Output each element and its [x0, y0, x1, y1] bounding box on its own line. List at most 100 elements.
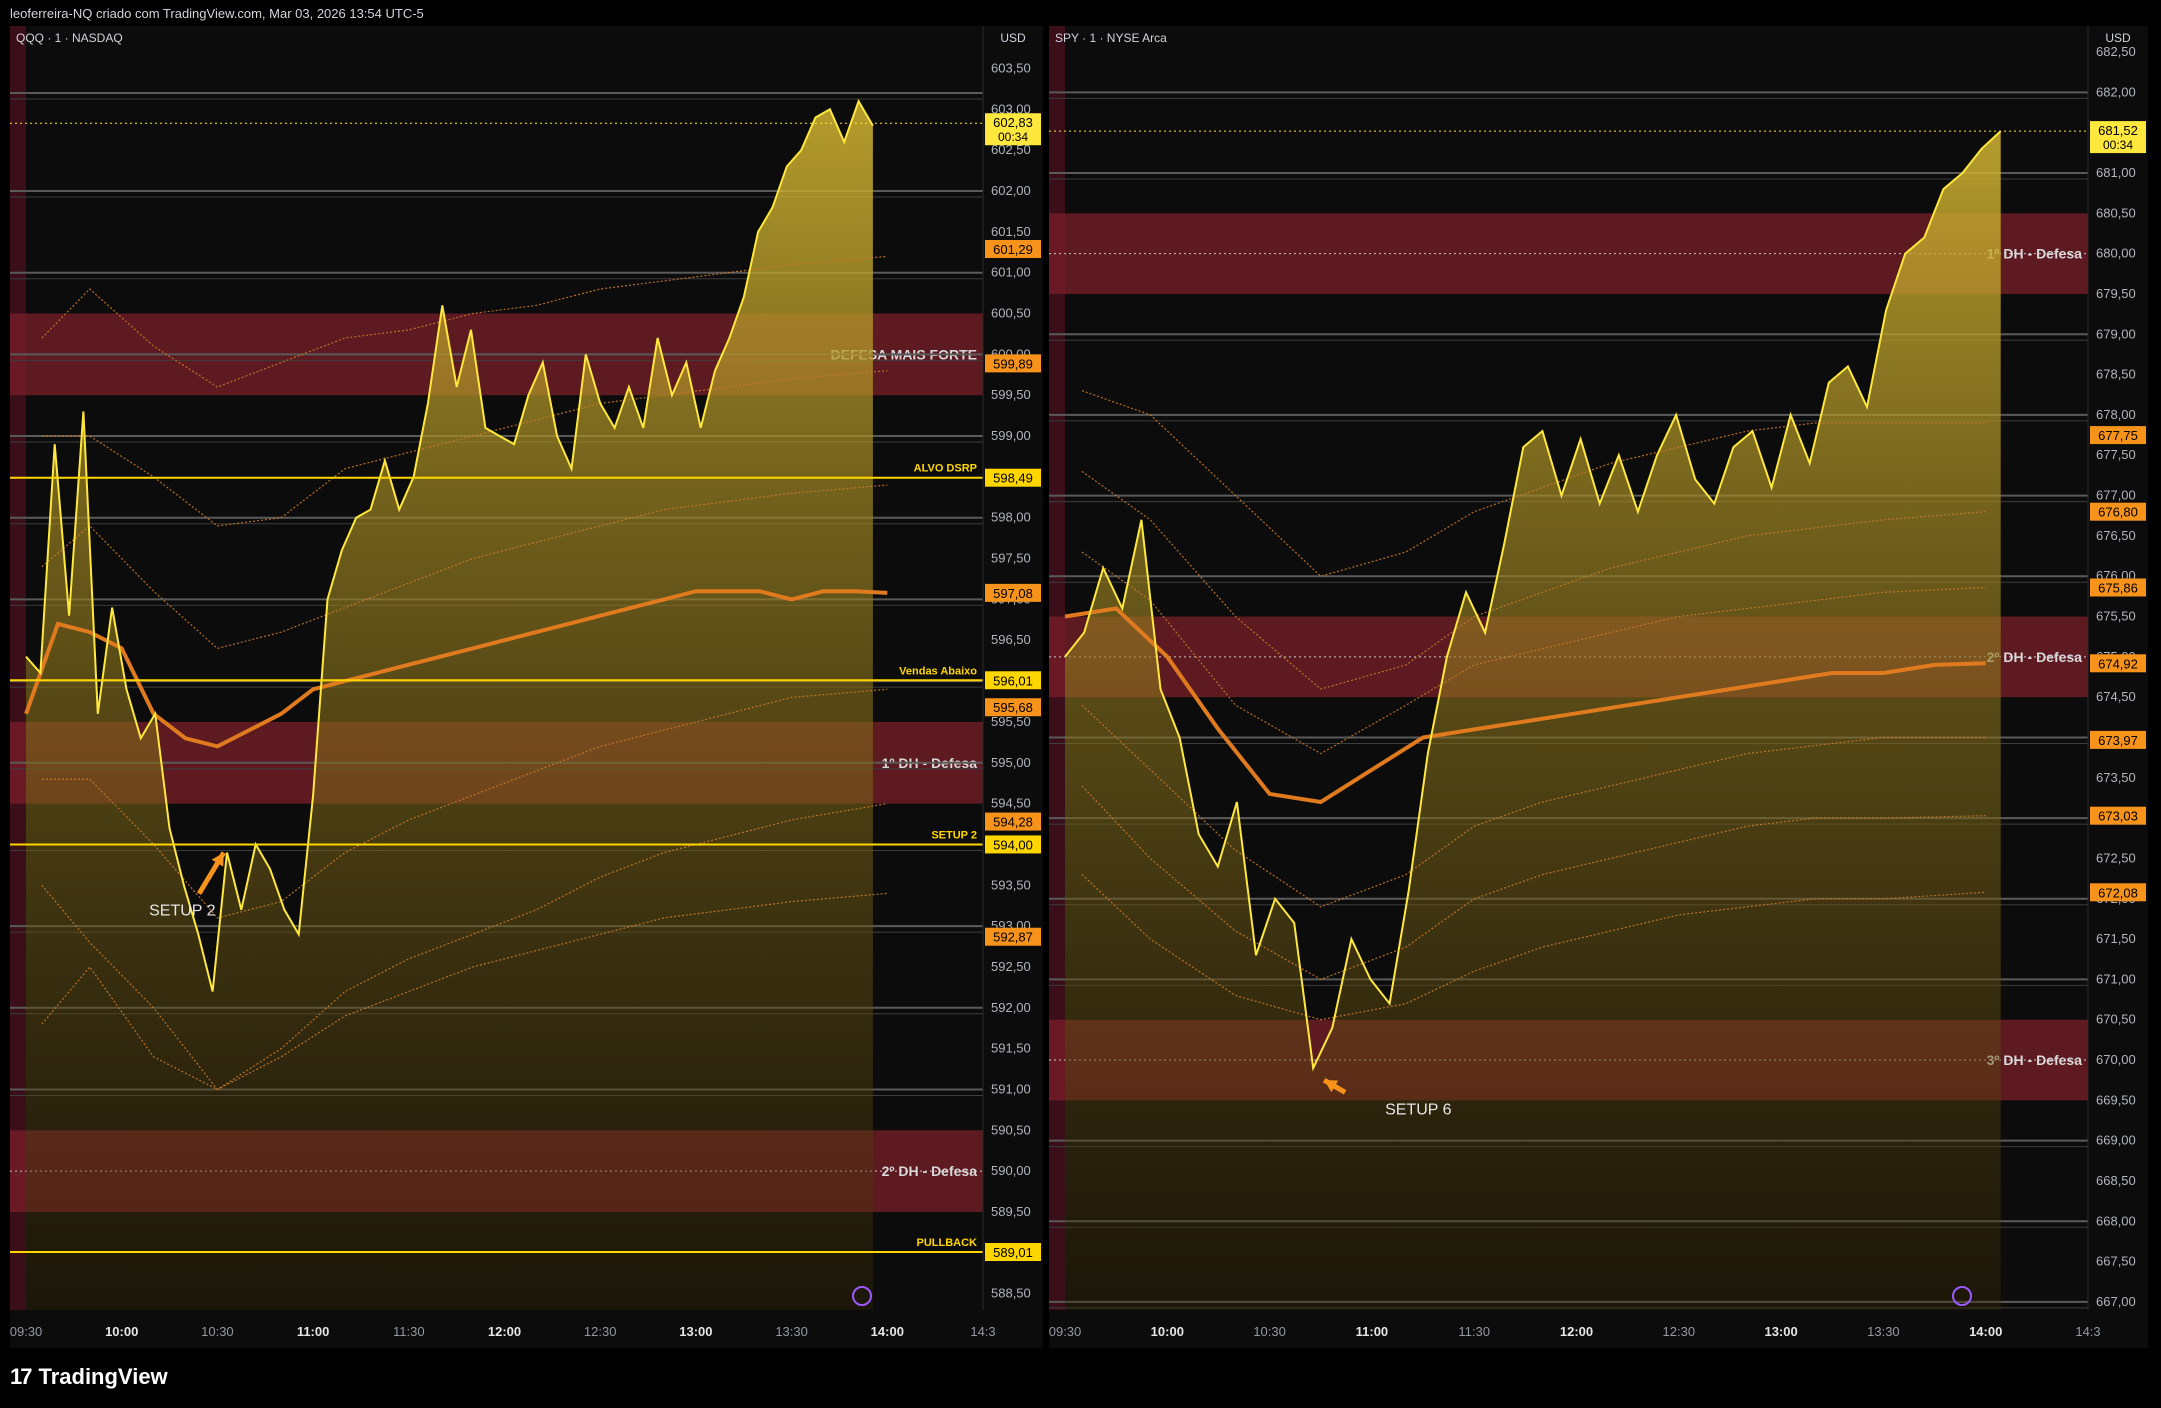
y-tick-label: 589,50 [991, 1204, 1031, 1219]
tradingview-brand: TradingView [38, 1364, 168, 1389]
price-tag-label: 597,08 [993, 586, 1033, 601]
y-tick-label: 601,00 [991, 265, 1031, 280]
y-tick-label: 677,00 [2096, 488, 2136, 503]
qqq-chart[interactable]: DEFESA MAIS FORTE1º DH - Defesa2º DH - D… [10, 26, 1043, 1348]
y-tick-label: 596,50 [991, 632, 1031, 647]
y-tick-label: 602,00 [991, 183, 1031, 198]
y-tick-label: 595,00 [991, 755, 1031, 770]
y-tick-label: 680,00 [2096, 246, 2136, 261]
y-tick-label: 671,00 [2096, 971, 2136, 986]
price-tag-label: 673,97 [2098, 733, 2138, 748]
y-tick-label: 668,00 [2096, 1213, 2136, 1228]
y-tick-label: 592,00 [991, 1000, 1031, 1015]
x-tick-label: 13:30 [775, 1324, 808, 1339]
price-tag-label: 599,89 [993, 356, 1033, 371]
price-tag-label: 676,80 [2098, 505, 2138, 520]
price-tag-label: 677,75 [2098, 428, 2138, 443]
y-tick-label: 588,50 [991, 1286, 1031, 1301]
y-tick-label: 674,50 [2096, 689, 2136, 704]
price-tag-label: 592,87 [993, 930, 1033, 945]
annotation-label: SETUP 2 [149, 903, 216, 920]
line-price-tag-label: 594,00 [993, 837, 1033, 852]
x-tick-label: 14:00 [1969, 1324, 2002, 1339]
y-tick-label: 601,50 [991, 224, 1031, 239]
y-tick-label: 682,00 [2096, 84, 2136, 99]
spy-chart-panel[interactable]: 1º DH - Defesa 2º DH - Defesa 3º DH - Defe… [1049, 26, 2148, 1348]
y-tick-label: 682,50 [2096, 44, 2136, 59]
line-price-tag-label: 589,01 [993, 1245, 1033, 1260]
x-tick-label: 10:00 [105, 1324, 138, 1339]
line-price-tag-label: 598,49 [993, 471, 1033, 486]
x-tick-label: 09:30 [1049, 1324, 1081, 1339]
x-tick-label: 10:30 [1253, 1324, 1286, 1339]
tradingview-icon: 17 [10, 1364, 33, 1389]
y-tick-label: 592,50 [991, 959, 1031, 974]
y-tick-label: 591,50 [991, 1041, 1031, 1056]
y-tick-label: 599,00 [991, 428, 1031, 443]
tradingview-logo[interactable]: 17 TradingView [10, 1364, 168, 1390]
y-tick-label: 673,50 [2096, 770, 2136, 785]
spy-chart[interactable]: 1º DH - Defesa 2º DH - Defesa 3º DH - Defe… [1049, 26, 2148, 1348]
y-tick-label: 667,50 [2096, 1254, 2136, 1269]
x-tick-label: 12:30 [584, 1324, 617, 1339]
x-tick-label: 11:30 [1458, 1324, 1490, 1339]
session-marker [10, 26, 26, 1310]
zone-label: 1º DH - Defesa [1987, 246, 2083, 262]
last-price-countdown: 00:34 [998, 130, 1028, 144]
y-tick-label: 598,00 [991, 510, 1031, 525]
x-tick-label: 10:30 [201, 1324, 234, 1339]
y-tick-label: 590,00 [991, 1163, 1031, 1178]
currency-label: USD [1000, 31, 1026, 45]
price-tag-label: 601,29 [993, 242, 1033, 257]
x-tick-label: 11:30 [393, 1324, 425, 1339]
level-label: SETUP 2 [931, 829, 977, 841]
y-tick-label: 593,50 [991, 877, 1031, 892]
y-tick-label: 681,00 [2096, 165, 2136, 180]
price-tag-label: 675,86 [2098, 580, 2138, 595]
price-axis[interactable] [2088, 26, 2148, 1324]
y-tick-label: 672,50 [2096, 850, 2136, 865]
price-tag-label: 594,28 [993, 815, 1033, 830]
y-tick-label: 599,50 [991, 387, 1031, 402]
zone-label: 3º DH - Defesa [1987, 1052, 2083, 1068]
price-tag-label: 595,68 [993, 700, 1033, 715]
y-tick-label: 678,00 [2096, 407, 2136, 422]
x-tick-label: 11:00 [297, 1324, 330, 1339]
symbol-label: SPY · 1 · NYSE Arca [1055, 31, 1167, 45]
y-tick-label: 597,50 [991, 551, 1031, 566]
y-tick-label: 591,00 [991, 1081, 1031, 1096]
annotation-label: SETUP 6 [1385, 1101, 1452, 1118]
x-tick-label: 11:00 [1356, 1324, 1389, 1339]
symbol-label: QQQ · 1 · NASDAQ [16, 31, 123, 45]
y-tick-label: 675,50 [2096, 609, 2136, 624]
y-tick-label: 590,50 [991, 1122, 1031, 1137]
x-tick-label: 13:00 [679, 1324, 712, 1339]
level-label: Vendas Abaixo [899, 665, 977, 677]
y-tick-label: 677,50 [2096, 447, 2136, 462]
price-tag-label: 672,08 [2098, 885, 2138, 900]
qqq-chart-panel[interactable]: DEFESA MAIS FORTE 1º DH - Defesa 2º DH - D… [10, 26, 1043, 1348]
last-price-value: 602,83 [993, 115, 1033, 130]
x-tick-label: 13:30 [1867, 1324, 1900, 1339]
chart-header: leoferreira-NQ criado com TradingView.co… [10, 6, 424, 21]
price-tag-label: 674,92 [2098, 656, 2138, 671]
y-tick-label: 594,50 [991, 796, 1031, 811]
zone-label: 2º DH - Defesa [1987, 649, 2083, 665]
line-price-tag-label: 596,01 [993, 673, 1033, 688]
y-tick-label: 603,50 [991, 61, 1031, 76]
y-tick-label: 668,50 [2096, 1173, 2136, 1188]
x-tick-label: 12:00 [1560, 1324, 1593, 1339]
last-price-countdown: 00:34 [2103, 138, 2133, 152]
x-tick-label: 12:30 [1663, 1324, 1696, 1339]
x-tick-label: 14:3 [970, 1324, 995, 1339]
y-tick-label: 671,50 [2096, 931, 2136, 946]
y-tick-label: 679,50 [2096, 286, 2136, 301]
currency-label: USD [2105, 31, 2131, 45]
y-tick-label: 670,50 [2096, 1012, 2136, 1027]
x-tick-label: 14:00 [871, 1324, 904, 1339]
x-tick-label: 13:00 [1764, 1324, 1797, 1339]
price-area-fill [26, 101, 873, 1311]
price-tag-label: 673,03 [2098, 809, 2138, 824]
x-tick-label: 10:00 [1151, 1324, 1184, 1339]
x-tick-label: 14:3 [2075, 1324, 2100, 1339]
